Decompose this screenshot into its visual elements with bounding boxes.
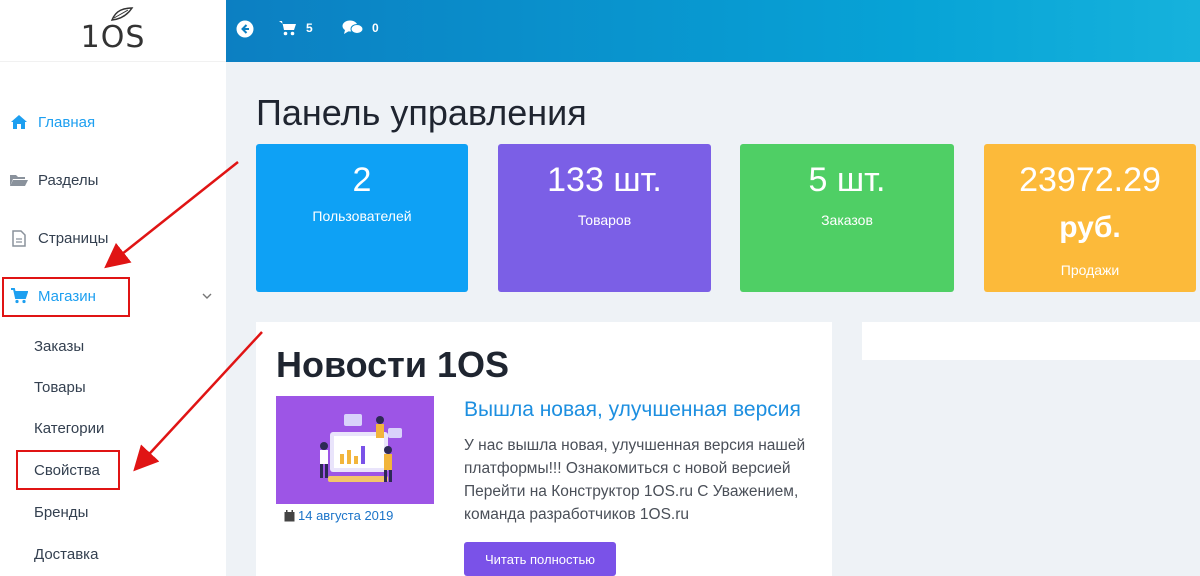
page-title: Панель управления [256, 92, 587, 133]
news-date: 14 августа 2019 [284, 508, 393, 523]
cart-button[interactable]: 5 [278, 20, 313, 36]
highlight-shop [2, 277, 130, 317]
cart-count: 5 [306, 21, 313, 35]
news-date-text: 14 августа 2019 [298, 508, 394, 523]
stat-label: Пользователей [312, 208, 412, 224]
side-panel [862, 322, 1200, 360]
back-button[interactable] [236, 20, 262, 38]
stat-card-products[interactable]: 133 шт. Товаров [498, 144, 711, 292]
stat-label: Заказов [821, 212, 873, 228]
chevron-down-icon [202, 288, 212, 302]
sidebar-item-home[interactable]: Главная [0, 102, 226, 142]
news-illustration [276, 396, 434, 504]
stat-card-users[interactable]: 2 Пользователей [256, 144, 468, 292]
sidebar-subitem-delivery[interactable]: Доставка [34, 543, 98, 567]
sidebar-item-pages[interactable]: Страницы [0, 218, 226, 258]
file-icon [8, 228, 30, 248]
top-bar: 5 0 [226, 0, 1200, 62]
stat-card-orders[interactable]: 5 шт. Заказов [740, 144, 954, 292]
logo-text: 1OS [80, 20, 146, 55]
stat-value-unit: руб. [1059, 211, 1121, 244]
sidebar-item-label: Главная [38, 113, 96, 131]
sidebar-subitem-brands[interactable]: Бренды [34, 501, 88, 525]
stat-label: Продажи [1060, 262, 1120, 278]
stat-value: 5 шт. [808, 161, 886, 199]
stat-value: 133 шт. [547, 161, 662, 199]
leaf-icon [110, 7, 134, 21]
sidebar-subitem-orders[interactable]: Заказы [34, 335, 84, 359]
news-title: Новости 1OS [276, 344, 509, 385]
arrow-left-circle-icon [236, 20, 254, 38]
messages-count: 0 [372, 21, 379, 35]
sidebar-item-label: Страницы [38, 229, 109, 247]
cart-icon [279, 21, 296, 36]
folder-open-icon [8, 170, 30, 190]
stat-label: Товаров [577, 212, 632, 228]
stat-card-sales[interactable]: 23972.29 руб. Продажи [984, 144, 1196, 292]
sidebar-item-label: Разделы [38, 171, 99, 189]
stat-value: 23972.29 [1019, 161, 1161, 199]
messages-button[interactable]: 0 [342, 20, 379, 36]
logo[interactable]: 1OS [0, 0, 226, 62]
news-body: У нас вышла новая, улучшенная версия наш… [464, 437, 806, 523]
news-image[interactable] [276, 396, 434, 504]
comments-icon [342, 20, 364, 34]
stat-value: 2 [352, 161, 372, 199]
home-icon [8, 112, 30, 132]
calendar-icon [284, 509, 295, 521]
read-more-button[interactable]: Читать полностью [464, 542, 616, 576]
sidebar-item-sections[interactable]: Разделы [0, 160, 226, 200]
sidebar-subitem-categories[interactable]: Категории [34, 417, 104, 441]
sidebar-subitem-products[interactable]: Товары [34, 376, 86, 400]
news-headline-link[interactable]: Вышла новая, улучшенная версия [464, 398, 801, 422]
highlight-properties [16, 450, 120, 490]
